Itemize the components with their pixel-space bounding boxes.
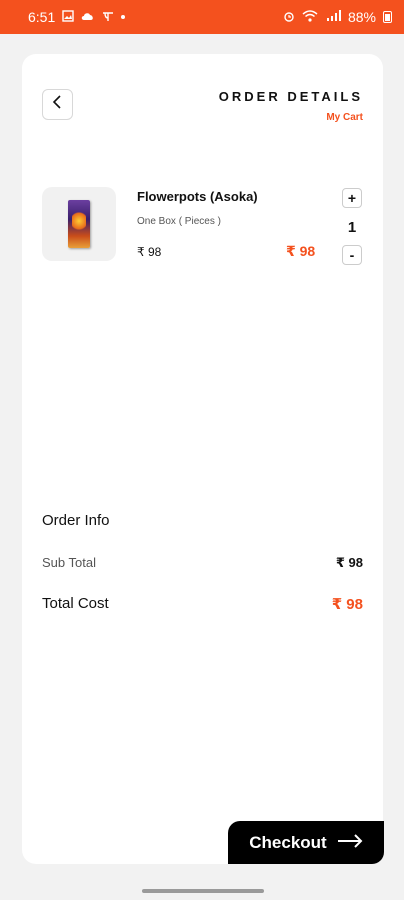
checkout-label: Checkout	[249, 832, 327, 852]
status-left: 6:51	[28, 9, 126, 25]
product-image	[42, 187, 116, 261]
arrow-right-icon	[337, 833, 363, 853]
quantity-decrease-button[interactable]: -	[342, 245, 362, 265]
notification-icon	[102, 10, 114, 24]
wifi-icon	[302, 10, 318, 24]
page-subtitle: My Cart	[326, 112, 363, 123]
status-time: 6:51	[28, 9, 56, 25]
page-title: ORDER DETAILS	[218, 89, 363, 104]
item-unit: One Box ( Pieces )	[137, 216, 221, 227]
status-right: 88%	[283, 9, 392, 25]
item-total-price: ₹ 98	[286, 243, 316, 259]
total-cost-value: ₹ 98	[331, 596, 363, 613]
item-name: Flowerpots (Asoka)	[137, 189, 258, 204]
checkout-button[interactable]: Checkout	[228, 821, 384, 864]
quantity-increase-button[interactable]: +	[342, 188, 362, 208]
gallery-icon	[62, 10, 74, 24]
chevron-left-icon	[52, 95, 64, 114]
total-cost-label: Total Cost	[42, 595, 109, 612]
alarm-icon	[283, 10, 295, 24]
subtotal-value: ₹ 98	[335, 555, 363, 570]
more-notifications-dot-icon	[121, 15, 126, 19]
battery-percent: 88%	[347, 9, 376, 25]
order-card: ORDER DETAILS My Cart Flowerpots (Asoka)…	[22, 54, 383, 864]
product-box-graphic	[68, 200, 90, 248]
cloud-icon	[81, 11, 95, 23]
battery-icon	[383, 11, 392, 23]
signal-icon	[325, 10, 341, 24]
home-indicator[interactable]	[142, 889, 264, 893]
status-bar: 6:51 88%	[0, 0, 404, 34]
subtotal-label: Sub Total	[42, 555, 96, 570]
back-button[interactable]	[42, 89, 73, 120]
order-info-heading: Order Info	[42, 512, 110, 529]
item-unit-price: ₹ 98	[137, 245, 162, 259]
quantity-value: 1	[347, 219, 357, 236]
